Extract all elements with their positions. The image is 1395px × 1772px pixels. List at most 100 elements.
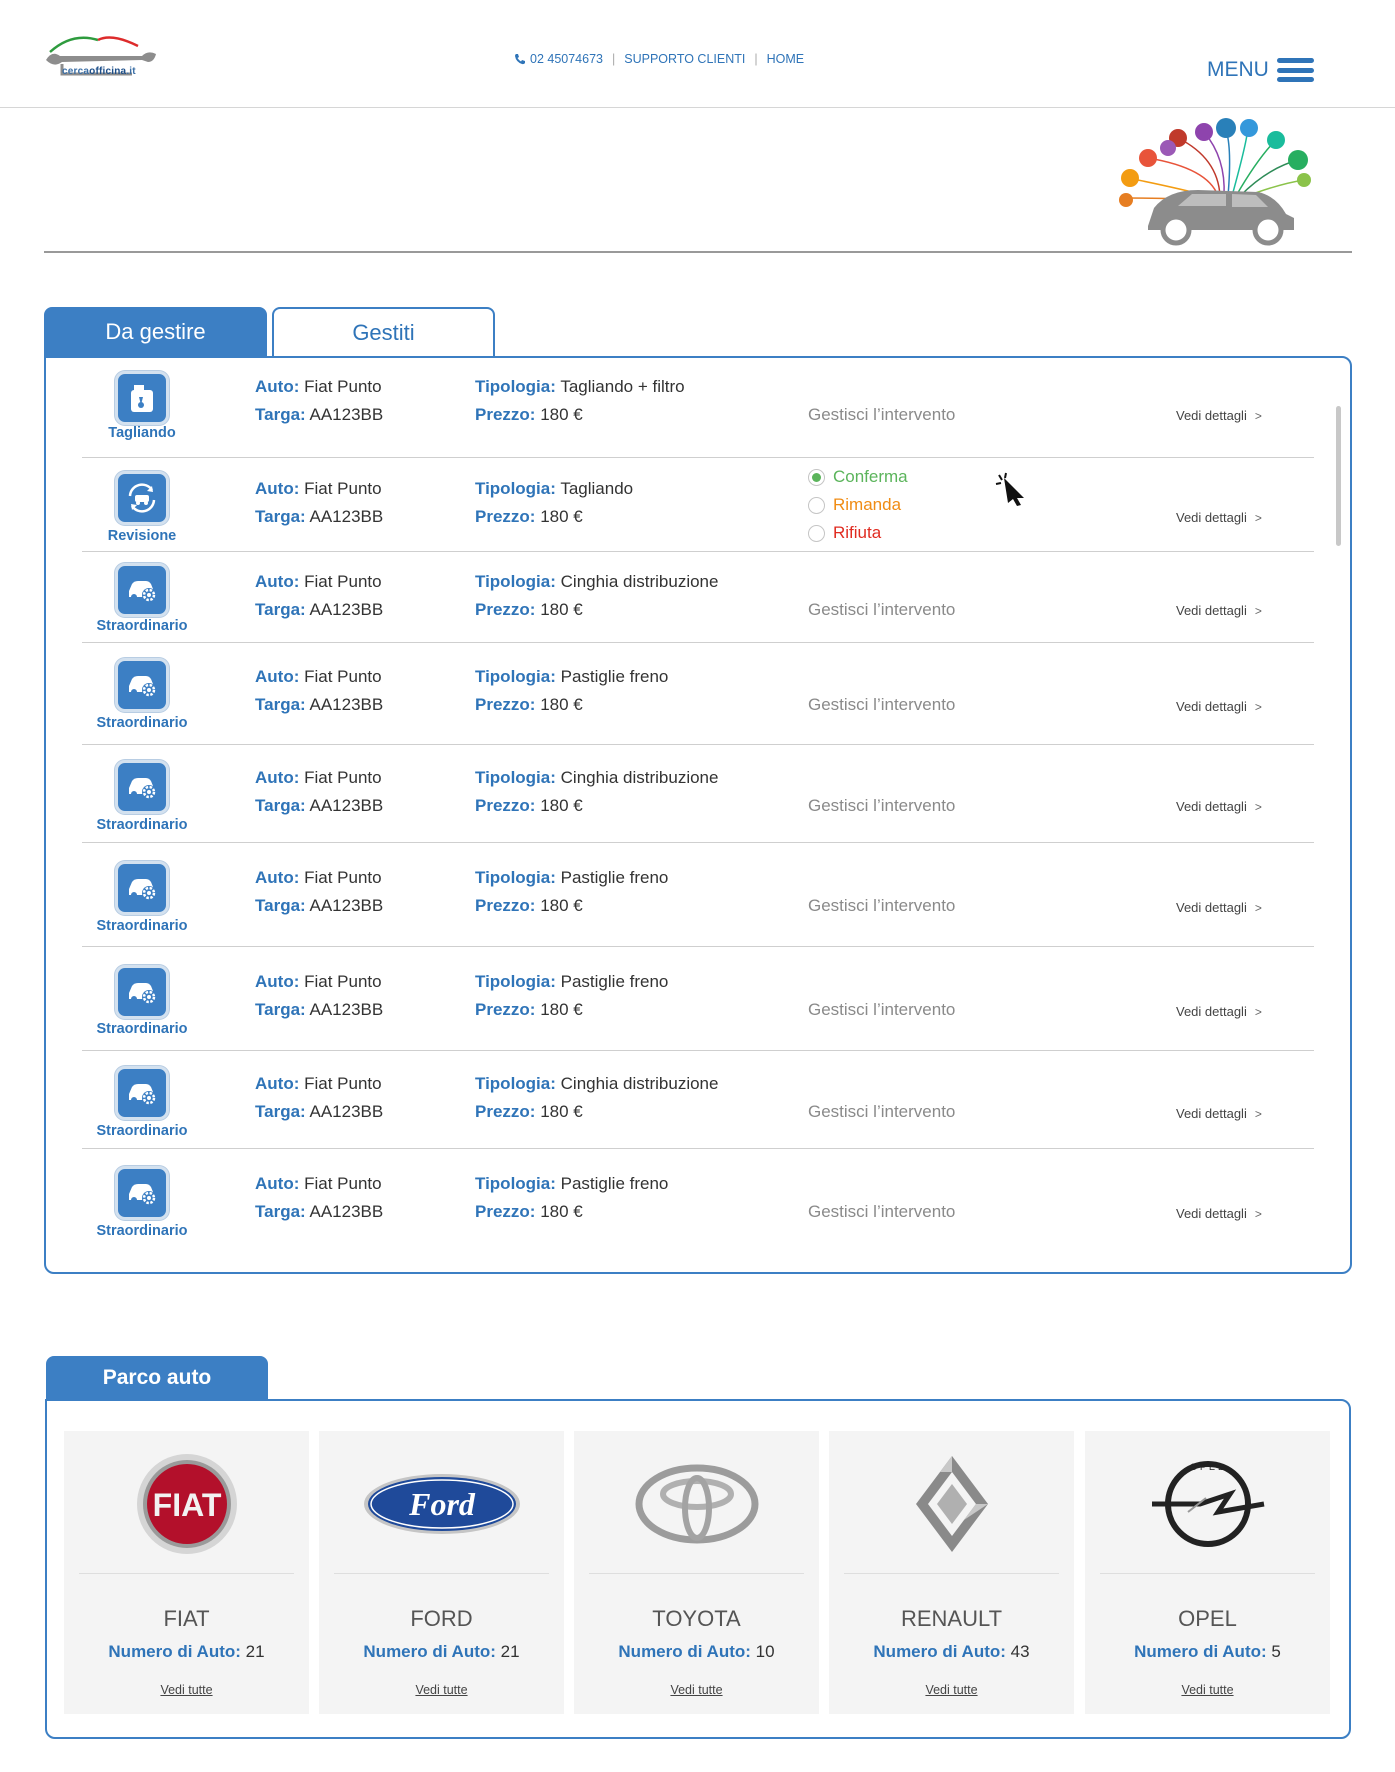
- details-link[interactable]: Vedi dettagli >: [1176, 1206, 1262, 1221]
- brand-name: FORD: [410, 1606, 473, 1631]
- prezzo-field: Prezzo: 180 €: [475, 695, 583, 714]
- support-link[interactable]: SUPPORTO CLIENTI: [624, 52, 745, 66]
- home-link[interactable]: HOME: [767, 52, 805, 66]
- chevron-right-icon: >: [1254, 511, 1262, 525]
- brand-name: OPEL: [1178, 1606, 1237, 1631]
- tab-da-gestire[interactable]: Da gestire: [44, 307, 267, 357]
- car-gear-icon: [115, 861, 169, 915]
- menu-label: MENU: [1207, 58, 1269, 81]
- oil-can-icon: [115, 371, 169, 425]
- option-rifiuta[interactable]: Rifiuta: [808, 523, 881, 543]
- tipologia-field: Tipologia: Cinghia distribuzione: [475, 1074, 719, 1093]
- prezzo-field: Prezzo: 180 €: [475, 507, 583, 526]
- option-rimanda[interactable]: Rimanda: [808, 495, 901, 515]
- targa-field: Targa: AA123BB: [255, 1202, 384, 1221]
- prezzo-field: Prezzo: 180 €: [475, 1102, 583, 1121]
- chevron-right-icon: >: [1254, 800, 1262, 814]
- brand-card-opel: OPEL OPEL Numero di Auto: 5 Vedi tutte: [1085, 1431, 1330, 1714]
- details-link[interactable]: Vedi dettagli >: [1176, 799, 1262, 814]
- phone-number-link[interactable]: 02 45074673: [530, 52, 603, 66]
- car-gear-icon: [115, 1166, 169, 1220]
- tab-gestiti[interactable]: Gestiti: [272, 307, 495, 357]
- auto-field: Auto: Fiat Punto: [255, 479, 382, 498]
- intervention-row: Straordinario Auto: Fiat Punto Targa: AA…: [82, 1051, 1314, 1149]
- details-link[interactable]: Vedi dettagli >: [1176, 1106, 1262, 1121]
- chevron-right-icon: >: [1254, 901, 1262, 915]
- radio-button: [808, 524, 825, 542]
- manage-intervention-link[interactable]: Gestisci l’intervento: [808, 896, 955, 916]
- wrench-car-logo-icon: [46, 36, 156, 76]
- intervention-row: Straordinario Auto: Fiat Punto Targa: AA…: [82, 1149, 1314, 1259]
- details-link[interactable]: Vedi dettagli >: [1176, 408, 1262, 423]
- tipologia-field: Tipologia: Pastiglie freno: [475, 667, 669, 686]
- radio-button-checked: [808, 468, 825, 486]
- auto-field: Auto: Fiat Punto: [255, 572, 382, 591]
- tipologia-field: Tipologia: Tagliando: [475, 479, 634, 498]
- top-navigation: 02 45074673 | SUPPORTO CLIENTI | HOME: [514, 52, 804, 66]
- radio-button: [808, 496, 825, 514]
- site-logo[interactable]: cercaofficina.it: [42, 30, 160, 86]
- car-gear-icon: [115, 965, 169, 1019]
- parco-auto-title: Parco auto: [46, 1356, 268, 1400]
- intervention-row: Straordinario Auto: Fiat Punto Targa: AA…: [82, 947, 1314, 1051]
- manage-intervention-link[interactable]: Gestisci l’intervento: [808, 1102, 955, 1122]
- intervention-type-label: Straordinario: [96, 817, 188, 833]
- intervention-type-label: Straordinario: [96, 918, 188, 934]
- manage-intervention-link[interactable]: Gestisci l’intervento: [808, 1202, 955, 1222]
- details-link[interactable]: Vedi dettagli >: [1176, 900, 1262, 915]
- car-gear-icon: [115, 658, 169, 712]
- intervention-row: Straordinario Auto: Fiat Punto Targa: AA…: [82, 552, 1314, 643]
- option-conferma[interactable]: Conferma: [808, 467, 908, 487]
- details-link[interactable]: Vedi dettagli >: [1176, 603, 1262, 618]
- logo-text: cercaofficina.it: [62, 66, 136, 77]
- chevron-right-icon: >: [1254, 700, 1262, 714]
- intervention-row: Straordinario Auto: Fiat Punto Targa: AA…: [82, 843, 1314, 947]
- targa-field: Targa: AA123BB: [255, 896, 384, 915]
- prezzo-field: Prezzo: 180 €: [475, 796, 583, 815]
- manage-intervention-link[interactable]: Gestisci l’intervento: [808, 796, 955, 816]
- auto-field: Auto: Fiat Punto: [255, 972, 382, 991]
- chevron-right-icon: >: [1254, 1107, 1262, 1121]
- details-link[interactable]: Vedi dettagli >: [1176, 699, 1262, 714]
- auto-field: Auto: Fiat Punto: [255, 1074, 382, 1093]
- brand-count: Numero di Auto: 5: [1134, 1642, 1281, 1661]
- brand-count: Numero di Auto: 21: [108, 1642, 265, 1661]
- intervention-type-label: Straordinario: [96, 618, 188, 634]
- intervention-type-label: Straordinario: [96, 1123, 188, 1139]
- ford-logo-icon: Ford: [319, 1449, 564, 1559]
- brand-name: RENAULT: [900, 1606, 1003, 1631]
- manage-intervention-link[interactable]: Gestisci l’intervento: [808, 600, 955, 620]
- manage-intervention-link[interactable]: Gestisci l’intervento: [808, 695, 955, 715]
- menu-button[interactable]: MENU: [1207, 58, 1314, 82]
- manage-intervention-link[interactable]: Gestisci l’intervento: [808, 405, 955, 425]
- chevron-right-icon: >: [1254, 1005, 1262, 1019]
- details-link[interactable]: Vedi dettagli >: [1176, 1004, 1262, 1019]
- see-all-link[interactable]: Vedi tutte: [64, 1683, 309, 1697]
- tipologia-field: Tipologia: Cinghia distribuzione: [475, 572, 719, 591]
- see-all-link[interactable]: Vedi tutte: [319, 1683, 564, 1697]
- intervention-row: Tagliando Auto: Fiat Punto Targa: AA123B…: [82, 358, 1314, 458]
- manage-intervention-link[interactable]: Gestisci l’intervento: [808, 1000, 955, 1020]
- scrollbar-thumb[interactable]: [1336, 406, 1341, 546]
- tipologia-field: Tipologia: Tagliando + filtro: [475, 377, 685, 396]
- auto-field: Auto: Fiat Punto: [255, 377, 382, 396]
- prezzo-field: Prezzo: 180 €: [475, 896, 583, 915]
- see-all-link[interactable]: Vedi tutte: [574, 1683, 819, 1697]
- intervention-type-label: Straordinario: [96, 1021, 188, 1037]
- brand-count: Numero di Auto: 43: [873, 1642, 1030, 1661]
- targa-field: Targa: AA123BB: [255, 600, 384, 619]
- brand-count: Numero di Auto: 10: [618, 1642, 775, 1661]
- see-all-link[interactable]: Vedi tutte: [829, 1683, 1074, 1697]
- intervention-type-label: Revisione: [107, 528, 177, 544]
- car-gear-icon: [115, 1066, 169, 1120]
- parco-auto-panel: FIAT FIAT Numero di Auto: 21 Vedi tutte …: [45, 1399, 1351, 1739]
- targa-field: Targa: AA123BB: [255, 1102, 384, 1121]
- tipologia-field: Tipologia: Cinghia distribuzione: [475, 768, 719, 787]
- see-all-link[interactable]: Vedi tutte: [1085, 1683, 1330, 1697]
- prezzo-field: Prezzo: 180 €: [475, 1202, 583, 1221]
- targa-field: Targa: AA123BB: [255, 405, 384, 424]
- site-header: cercaofficina.it 02 45074673 | SUPPORTO …: [0, 0, 1395, 108]
- prezzo-field: Prezzo: 180 €: [475, 1000, 583, 1019]
- details-link[interactable]: Vedi dettagli >: [1176, 510, 1262, 525]
- chevron-right-icon: >: [1254, 604, 1262, 618]
